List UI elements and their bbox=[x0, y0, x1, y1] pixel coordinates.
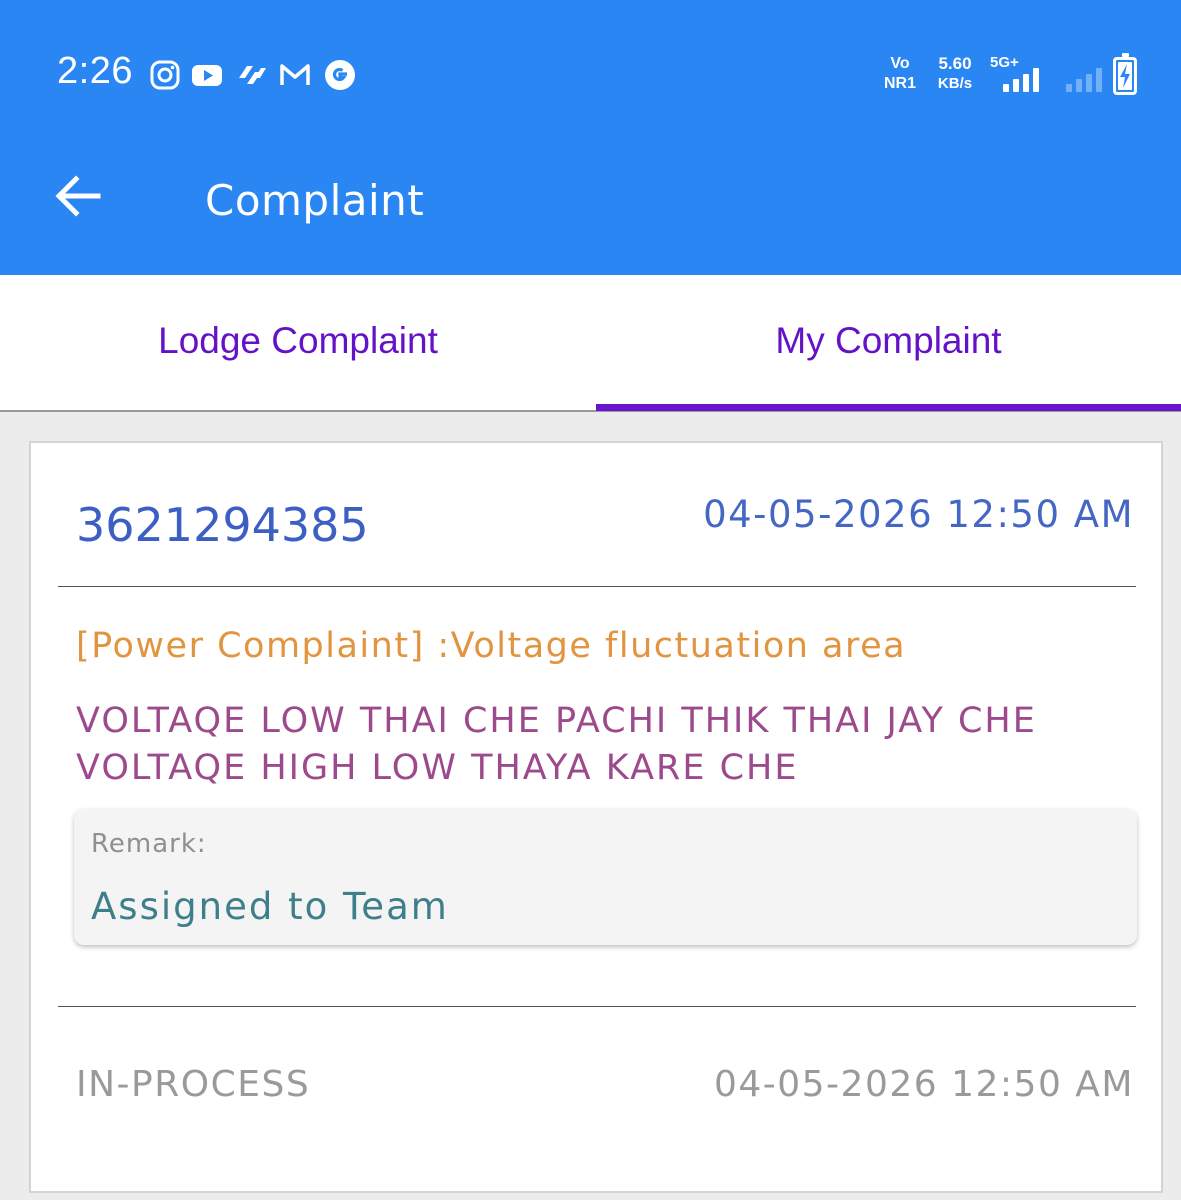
complaint-card[interactable]: 3621294385 04-05-2026 12:50 AM [Power Co… bbox=[29, 441, 1163, 1193]
signal-strength-sim2-icon bbox=[1066, 66, 1102, 92]
volte-label: Vo bbox=[890, 55, 910, 72]
back-arrow-icon[interactable] bbox=[50, 168, 106, 224]
tab-selected-indicator bbox=[596, 404, 1181, 411]
complaint-date: 04-05-2026 12:50 AM bbox=[703, 493, 1134, 536]
complaint-description: VOLTAQE LOW THAI CHE PACHI THIK THAI JAY… bbox=[76, 701, 1037, 788]
speed-value: 5.60 bbox=[938, 54, 972, 73]
remark-value: Assigned to Team bbox=[91, 885, 449, 928]
complaint-type: [Power Complaint] :Voltage fluctuation a… bbox=[76, 626, 907, 666]
remark-label: Remark: bbox=[91, 829, 207, 859]
volte-indicator: Vo NR1 bbox=[880, 54, 920, 94]
tab-lodge-complaint[interactable]: Lodge Complaint bbox=[0, 275, 596, 412]
status-date: 04-05-2026 12:50 AM bbox=[713, 1064, 1134, 1105]
app-header: 2:26 Vo NR1 5.60 KB/s 5G+ Complaint bbox=[0, 0, 1181, 275]
google-icon bbox=[323, 58, 357, 92]
paytm-icon bbox=[235, 58, 269, 92]
page-title: Complaint bbox=[205, 176, 425, 225]
status-bar: 2:26 Vo NR1 5.60 KB/s 5G+ bbox=[0, 0, 1181, 140]
network-speed: 5.60 KB/s bbox=[930, 54, 980, 94]
status-badge: IN-PROCESS bbox=[76, 1064, 311, 1105]
signal-strength-icon bbox=[1003, 66, 1039, 92]
tab-my-complaint[interactable]: My Complaint bbox=[596, 275, 1181, 412]
complaint-id: 3621294385 bbox=[76, 498, 369, 552]
remark-box: Remark: Assigned to Team bbox=[74, 809, 1137, 945]
gmail-icon bbox=[278, 58, 312, 92]
divider bbox=[58, 586, 1136, 587]
battery-icon bbox=[1113, 53, 1137, 95]
divider bbox=[58, 1006, 1136, 1007]
instagram-icon bbox=[148, 58, 182, 92]
speed-unit: KB/s bbox=[937, 75, 973, 92]
youtube-icon bbox=[190, 58, 224, 92]
volte-network-label: NR1 bbox=[883, 75, 916, 92]
tab-bar: Lodge Complaint My Complaint bbox=[0, 275, 1181, 412]
status-time: 2:26 bbox=[57, 50, 133, 92]
